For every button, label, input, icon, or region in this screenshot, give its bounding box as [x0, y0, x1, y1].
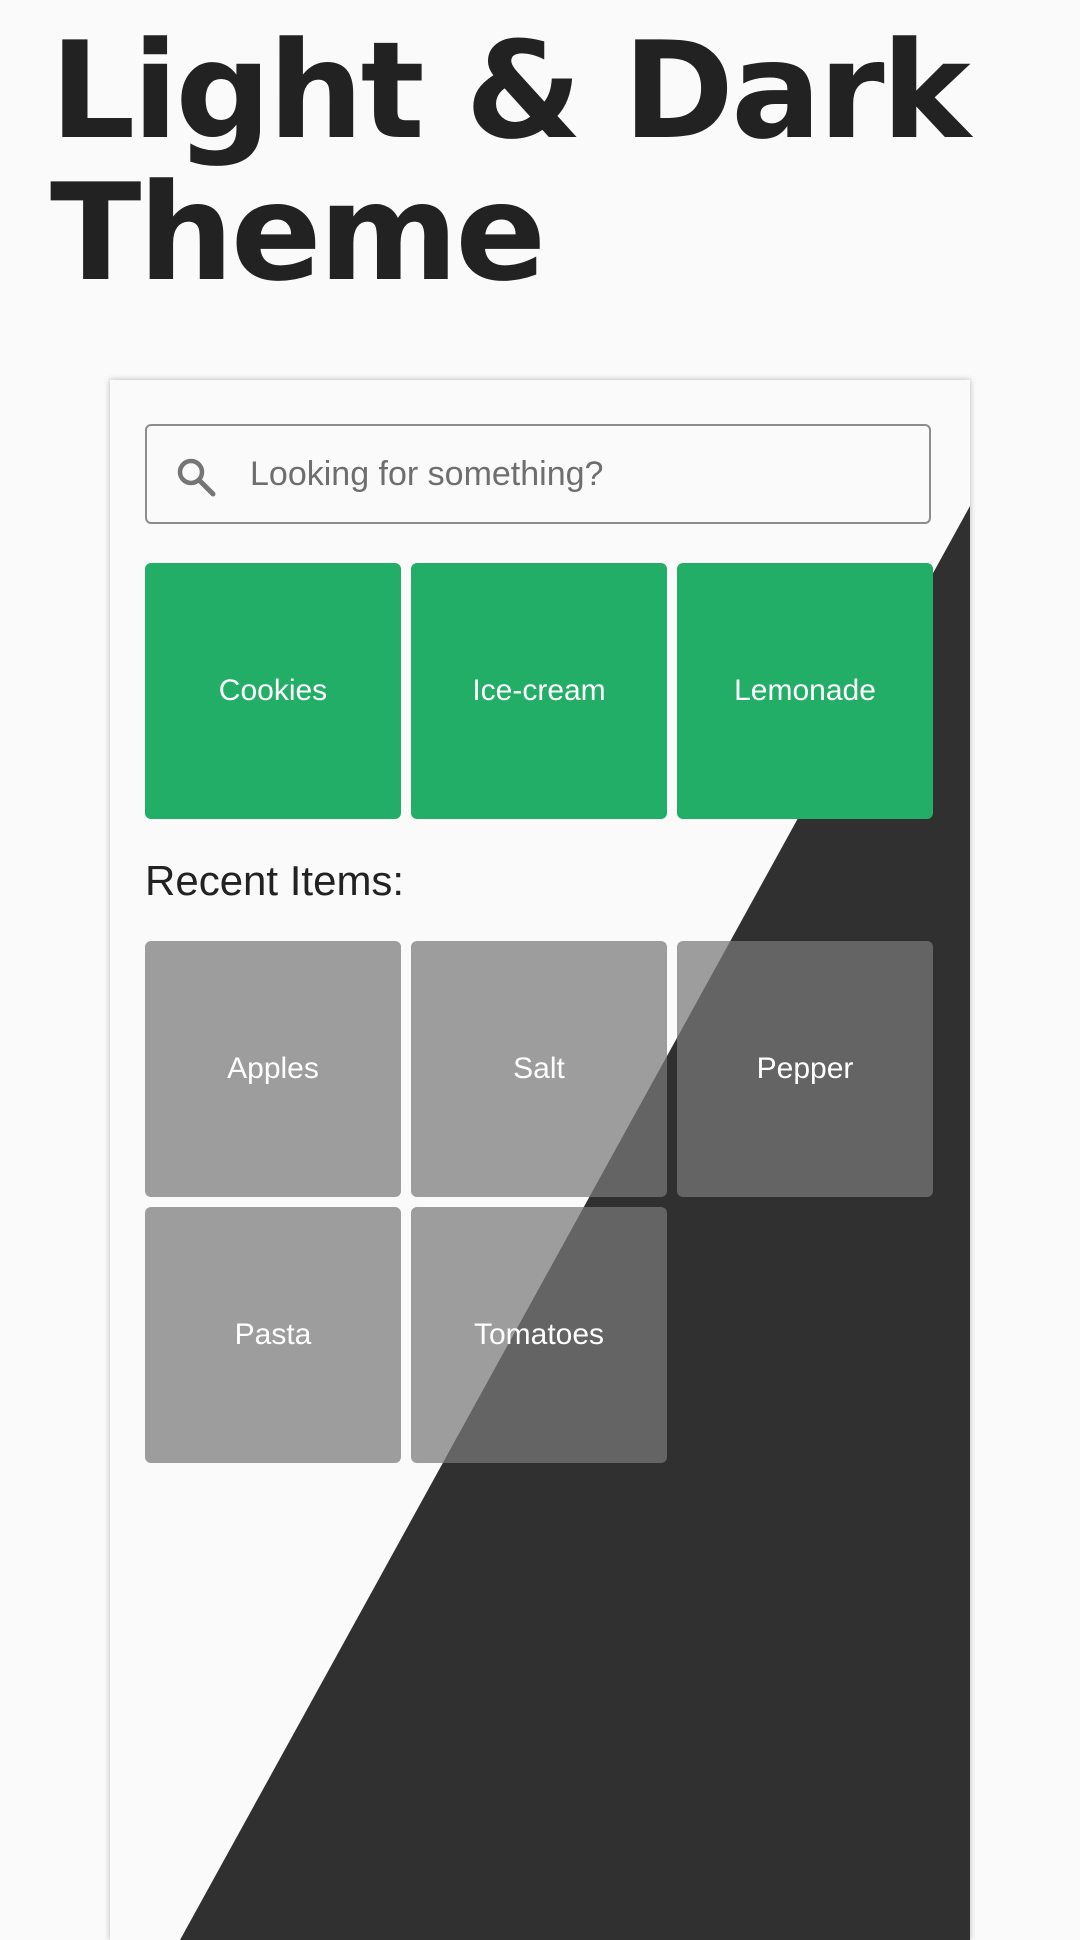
page-title-line-1: Light & Dark [50, 13, 971, 169]
recent-item-label: Tomatoes [473, 1318, 605, 1351]
recent-item-pasta[interactable]: Pasta [145, 1207, 401, 1463]
recent-item-salt[interactable]: Salt [411, 941, 667, 1197]
recent-item-label: Pepper [756, 1052, 854, 1085]
recent-item-label: Apples [227, 1052, 319, 1085]
recent-item-apples[interactable]: Apples [145, 941, 401, 1197]
recent-item-label: Salt [513, 1052, 565, 1085]
recent-items-heading: Recent Items: [145, 857, 405, 904]
category-tile-ice-cream[interactable]: Ice-cream [411, 563, 667, 819]
phone-screen: Cookies Ice-cream Lemonade Recent Items:… [110, 380, 970, 1940]
category-tile-label: Lemonade [734, 674, 876, 707]
recent-item-pepper[interactable]: Pepper [677, 941, 933, 1197]
category-tile-cookies[interactable]: Cookies [145, 563, 401, 819]
page-title: Light & Dark Theme [50, 13, 971, 311]
page-title-line-2: Theme [50, 155, 546, 311]
category-tile-label: Ice-cream [472, 674, 606, 707]
search-input[interactable] [250, 426, 910, 522]
category-tile-label: Cookies [218, 674, 328, 707]
search-bar[interactable] [145, 424, 931, 524]
search-icon [177, 458, 216, 497]
recent-item-tomatoes[interactable]: Tomatoes [411, 1207, 667, 1463]
category-tile-lemonade[interactable]: Lemonade [677, 563, 933, 819]
recent-item-label: Pasta [234, 1318, 312, 1351]
